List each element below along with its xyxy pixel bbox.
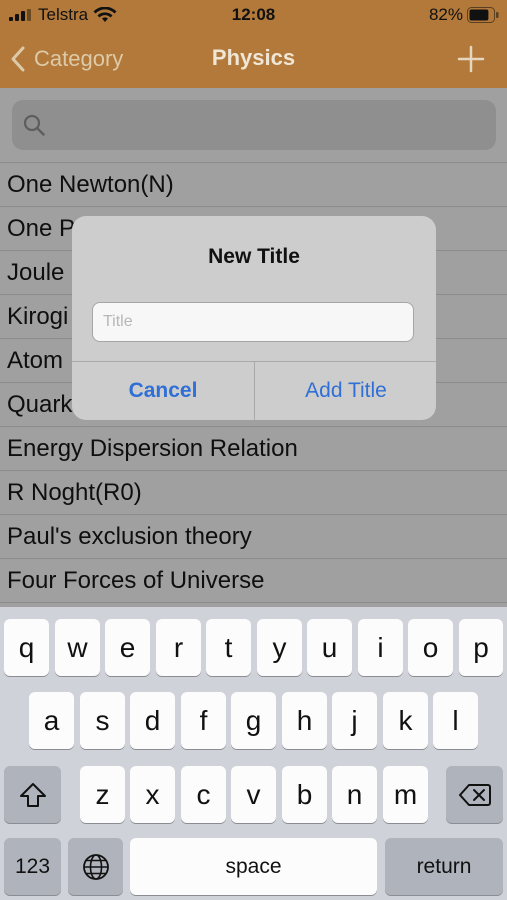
delete-key[interactable] xyxy=(446,766,503,823)
key-b[interactable]: b xyxy=(282,766,327,823)
delete-icon xyxy=(458,783,491,806)
search-icon xyxy=(23,114,45,136)
list-item[interactable]: Four Forces of Universe xyxy=(0,559,507,603)
key-y[interactable]: y xyxy=(257,619,302,676)
key-p[interactable]: p xyxy=(459,619,503,676)
search-input[interactable] xyxy=(12,100,496,150)
key-r[interactable]: r xyxy=(156,619,201,676)
page-title: Physics xyxy=(211,45,296,70)
key-j[interactable]: j xyxy=(332,692,377,749)
key-x[interactable]: x xyxy=(130,766,175,823)
key-n[interactable]: n xyxy=(332,766,377,823)
numbers-key[interactable]: 123 xyxy=(4,838,61,895)
key-c[interactable]: c xyxy=(181,766,226,823)
key-e[interactable]: e xyxy=(105,619,150,676)
key-z[interactable]: z xyxy=(80,766,125,823)
key-g[interactable]: g xyxy=(231,692,276,749)
shift-key[interactable] xyxy=(4,766,61,823)
title-input[interactable] xyxy=(92,302,414,342)
list-item[interactable]: One Newton(N) xyxy=(0,162,507,207)
globe-key[interactable] xyxy=(68,838,123,895)
battery-icon xyxy=(467,7,499,23)
key-h[interactable]: h xyxy=(282,692,327,749)
shift-icon xyxy=(19,782,46,807)
search-area xyxy=(0,88,507,162)
add-title-button[interactable]: Add Title xyxy=(255,362,436,420)
key-i[interactable]: i xyxy=(358,619,403,676)
key-a[interactable]: a xyxy=(29,692,74,749)
key-v[interactable]: v xyxy=(231,766,276,823)
key-u[interactable]: u xyxy=(307,619,352,676)
space-key[interactable]: space xyxy=(130,838,377,895)
keyboard: q w e r t y u i o p a s d f g h j k l z … xyxy=(0,607,507,900)
key-d[interactable]: d xyxy=(130,692,175,749)
list-item[interactable]: Energy Dispersion Relation xyxy=(0,427,507,471)
status-bar: Telstra 12:08 82% xyxy=(0,0,507,30)
plus-icon[interactable] xyxy=(457,45,485,73)
key-s[interactable]: s xyxy=(80,692,125,749)
globe-icon xyxy=(82,853,109,880)
key-l[interactable]: l xyxy=(433,692,478,749)
key-m[interactable]: m xyxy=(383,766,428,823)
new-title-dialog: New Title Cancel Add Title xyxy=(72,216,436,420)
dialog-title: New Title xyxy=(208,245,300,268)
battery-percentage: 82% xyxy=(428,5,463,24)
key-f[interactable]: f xyxy=(181,692,226,749)
key-k[interactable]: k xyxy=(383,692,428,749)
key-w[interactable]: w xyxy=(55,619,100,676)
return-key[interactable]: return xyxy=(385,838,503,895)
list-item[interactable]: R Noght(R0) xyxy=(0,471,507,515)
cancel-button[interactable]: Cancel xyxy=(72,362,254,420)
key-o[interactable]: o xyxy=(408,619,453,676)
key-q[interactable]: q xyxy=(4,619,49,676)
navigation-bar: Category Physics xyxy=(0,30,507,88)
key-t[interactable]: t xyxy=(206,619,251,676)
list-item[interactable]: Paul's exclusion theory xyxy=(0,515,507,559)
